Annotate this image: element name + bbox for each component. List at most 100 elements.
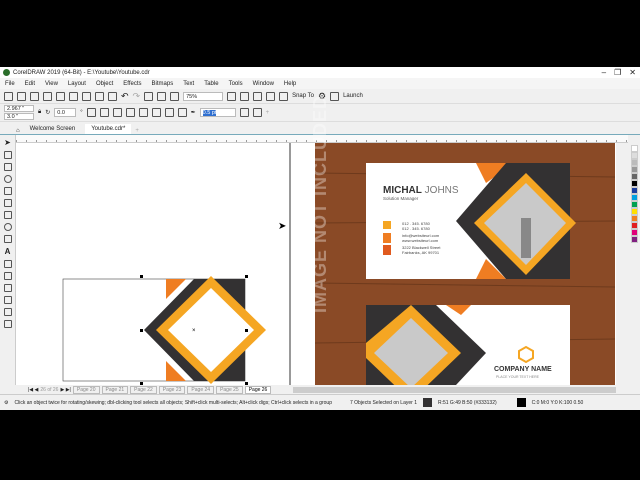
redo-icon[interactable]: ↷ [133,91,141,102]
print-icon[interactable] [69,91,78,101]
minimize-button[interactable]: – [602,68,606,77]
intersect-icon[interactable] [125,108,135,117]
connector-tool-icon[interactable] [3,272,12,280]
menu-bitmaps[interactable]: Bitmaps [147,81,179,87]
close-button[interactable]: ✕ [629,68,636,77]
cut-icon[interactable] [82,91,91,101]
menu-table[interactable]: Table [199,81,223,87]
swatch-purple[interactable] [630,236,638,243]
swatch-gray1[interactable] [630,152,638,159]
fill-swatch[interactable] [422,398,432,407]
menu-text[interactable]: Text [178,81,199,87]
tab-youtube-cdr[interactable]: Youtube.cdr* [85,124,132,134]
ellipse-tool-icon[interactable] [3,223,12,231]
menu-help[interactable]: Help [279,81,301,87]
import-icon[interactable] [144,91,154,101]
swatch-green[interactable] [630,201,638,208]
save-icon[interactable] [30,91,39,101]
interactive-fill-icon[interactable] [3,320,12,328]
polygon-tool-icon[interactable] [3,235,12,243]
page-nav-last[interactable]: ▶ ▶| [60,387,70,393]
menu-object[interactable]: Object [91,81,118,87]
text-tool-icon[interactable]: A [5,247,11,256]
launch-icon[interactable] [330,91,340,101]
new-tab-icon[interactable]: + [135,128,139,134]
front-minus-back-icon[interactable] [151,108,161,117]
simplify-icon[interactable] [138,108,148,117]
cloud-upload-icon[interactable] [56,91,65,101]
swatch-orange[interactable] [630,215,638,222]
page-tab[interactable]: Page 23 [158,385,186,394]
menu-tools[interactable]: Tools [224,81,248,87]
shadow-tool-icon[interactable] [3,284,12,292]
menu-view[interactable]: View [40,81,63,87]
swatch-gray4[interactable] [630,173,638,180]
menu-file[interactable]: File [0,81,20,87]
weld-icon[interactable] [99,108,109,117]
drawing-canvas[interactable]: × ➤ IMAGE NOT INCLUDED MICHAL JOHNS Solu… [16,95,616,401]
page-tab[interactable]: Page 21 [101,385,129,394]
tab-welcome-screen[interactable]: Welcome Screen [24,124,82,134]
publish-pdf-icon[interactable] [170,91,180,101]
home-icon[interactable]: ⌂ [16,128,20,134]
undo-icon[interactable]: ↶ [121,91,129,102]
snap-icon[interactable] [279,91,289,101]
new-icon[interactable] [4,91,13,101]
align-icon[interactable] [252,108,262,117]
swatch-magenta[interactable] [630,229,638,236]
swatch-white[interactable] [630,145,638,152]
angle-field[interactable]: 0.0 [54,108,77,117]
menu-window[interactable]: Window [248,81,279,87]
swatch-black[interactable] [630,180,638,187]
outline-swatch[interactable] [516,398,526,407]
outline-width-field[interactable]: 0.5 pt [199,108,236,117]
rulers-icon[interactable] [240,91,250,101]
lock-ratio-icon[interactable]: 🔒︎ [38,109,41,116]
launch-button[interactable]: Launch [343,93,363,99]
horizontal-scrollbar[interactable] [293,386,616,393]
open-icon[interactable] [17,91,26,101]
guidelines-icon[interactable] [266,91,276,101]
height-field[interactable]: 3.0 " [4,113,34,120]
full-screen-icon[interactable] [227,91,237,101]
swatch-gray2[interactable] [630,159,638,166]
artistic-media-icon[interactable] [3,199,12,207]
page-tab[interactable]: Page 24 [187,385,215,394]
selected-design-group[interactable]: × [62,275,266,385]
menu-layout[interactable]: Layout [63,81,91,87]
back-minus-front-icon[interactable] [164,108,174,117]
wrap-text-icon[interactable] [239,108,249,117]
menu-effects[interactable]: Effects [118,81,146,87]
boundary-icon[interactable] [177,108,187,117]
rectangle-tool-icon[interactable] [3,211,12,219]
trim-icon[interactable] [112,108,122,117]
grid-icon[interactable] [253,91,263,101]
copy-icon[interactable] [95,91,104,101]
page-nav-first[interactable]: |◀ ◀ [28,387,38,393]
freehand-tool-icon[interactable] [3,187,12,195]
pick-tool-icon[interactable]: ➤ [4,138,11,147]
menu-edit[interactable]: Edit [20,81,40,87]
swatch-gray3[interactable] [630,166,638,173]
page-tab-active[interactable]: Page 26 [244,385,272,394]
swatch-red[interactable] [630,222,638,229]
page-tab[interactable]: Page 25 [216,385,243,394]
paste-icon[interactable] [108,91,117,101]
transparency-tool-icon[interactable] [3,296,12,304]
width-field[interactable]: 2.967 " [4,105,34,112]
add-icon[interactable]: + [266,110,270,116]
parallel-dimension-icon[interactable] [3,260,12,268]
export-icon[interactable] [157,91,167,101]
zoom-tool-icon[interactable] [3,175,12,183]
swatch-cyan[interactable] [630,194,638,201]
shape-tool-icon[interactable] [3,151,12,159]
swatch-blue[interactable] [630,187,638,194]
cloud-download-icon[interactable] [43,91,52,101]
page-tab[interactable]: Page 22 [130,385,157,394]
swatch-yellow[interactable] [630,208,638,215]
zoom-level-select[interactable]: 75% [183,91,224,101]
restore-button[interactable]: ❐ [614,68,621,77]
page-tab[interactable]: Page 20 [72,385,100,394]
eyedropper-tool-icon[interactable] [3,308,12,316]
crop-tool-icon[interactable] [3,163,12,171]
